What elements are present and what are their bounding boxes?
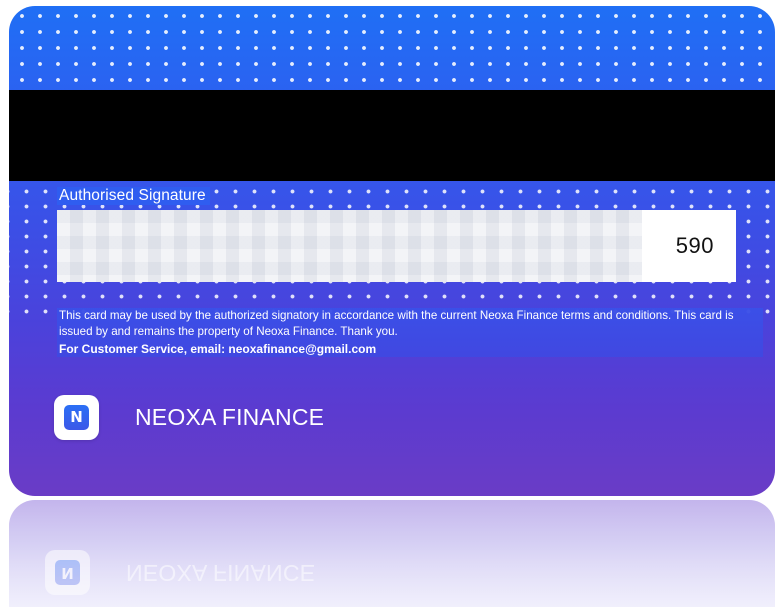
cvv-box: 590: [642, 210, 736, 282]
cvv-value: 590: [675, 233, 714, 258]
reflection-fade: [9, 500, 775, 607]
brand-name: NEOXA FINANCE: [135, 404, 325, 430]
terms-section: This card may be used by the authorized …: [57, 308, 763, 357]
signature-panel: 590: [57, 210, 736, 282]
card-reflection: N NEOXA FINANCE: [9, 500, 775, 607]
card-dot-pattern-top: [9, 6, 775, 90]
signature-label: Authorised Signature: [57, 187, 210, 205]
neoxa-logo-icon: N: [54, 395, 99, 440]
magnetic-stripe: [9, 90, 775, 181]
screen: Authorised Signature 590 This card may b…: [0, 0, 777, 607]
card-back: Authorised Signature 590 This card may b…: [9, 6, 775, 496]
terms-text: This card may be used by the authorized …: [59, 309, 734, 338]
brand-logo-mark: N: [64, 405, 89, 430]
customer-service-text: For Customer Service, email: neoxafinanc…: [59, 342, 377, 356]
brand: N NEOXA FINANCE: [54, 395, 324, 440]
signature-field: [57, 210, 642, 282]
